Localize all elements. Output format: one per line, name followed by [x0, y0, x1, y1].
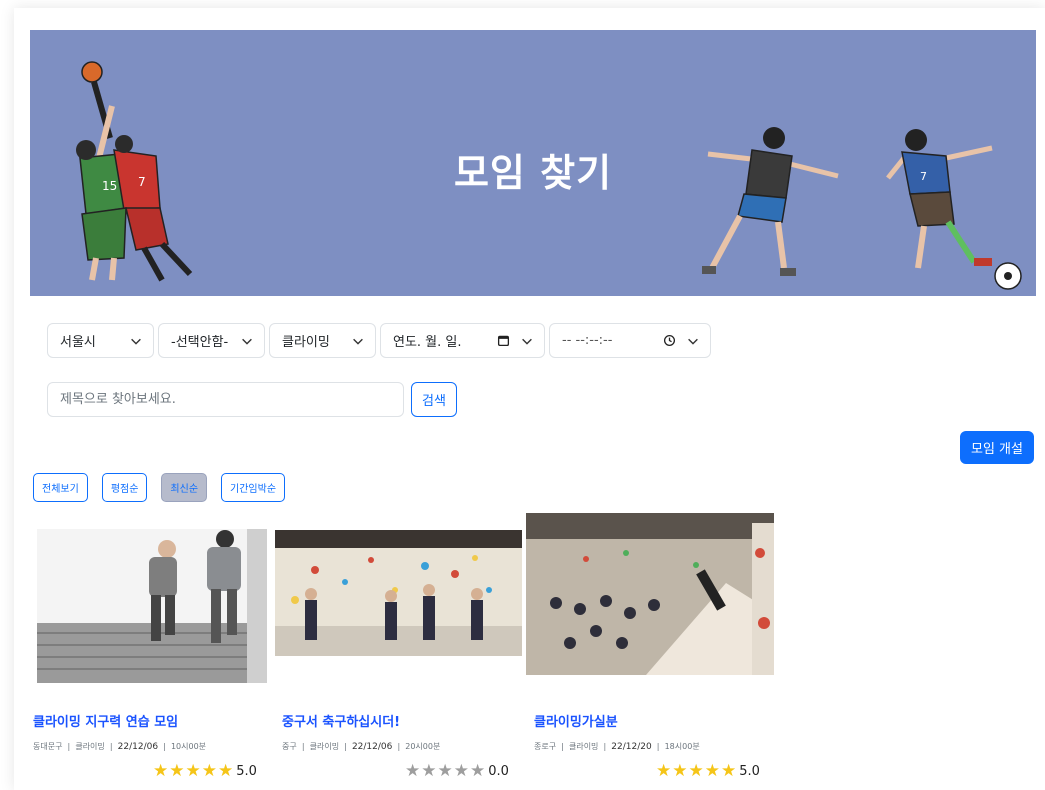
card-district: 종로구 — [534, 742, 557, 751]
star-icon: ★ — [169, 761, 185, 781]
card-district: 동대문구 — [33, 742, 63, 751]
chevron-down-icon — [522, 338, 532, 345]
district-select-value: -선택안함- — [171, 335, 229, 350]
date-input[interactable]: 연도. 월. 일. — [380, 323, 545, 358]
star-icon: ★ — [201, 761, 217, 781]
star-icon: ★ — [704, 761, 720, 781]
soccer-players-illustration: 7 — [702, 127, 1022, 290]
star-icon: ★ — [405, 761, 421, 781]
card-date: 22/12/20 — [611, 742, 652, 752]
star-icon: ★ — [421, 761, 437, 781]
card-category: 클라이밍 — [309, 742, 340, 751]
category-select-value: 클라이밍 — [282, 335, 330, 350]
card-meta: 중구 | 클라이밍 | 22/12/06 | 20시00분 — [282, 742, 441, 752]
clock-icon[interactable] — [663, 334, 676, 347]
city-select[interactable]: 서울시 — [47, 323, 154, 358]
hero-banner: 15 7 모임 찾기 7 — [30, 30, 1036, 296]
card-title[interactable]: 중구서 축구하십시더! — [282, 711, 400, 730]
card-rating: ★ ★ ★ ★ ★ 5.0 — [656, 763, 760, 780]
card-time: 18시00분 — [664, 742, 700, 751]
calendar-icon[interactable] — [497, 334, 510, 347]
chevron-down-icon — [242, 338, 252, 345]
card-score: 0.0 — [488, 764, 509, 779]
city-select-value: 서울시 — [60, 335, 96, 350]
search-button[interactable]: 검색 — [411, 382, 457, 417]
chevron-down-icon — [353, 338, 363, 345]
sort-all-button[interactable]: 전체보기 — [33, 473, 88, 502]
card-meta: 동대문구 | 클라이밍 | 22/12/06 | 10시00분 — [33, 742, 207, 752]
sort-latest-button[interactable]: 최신순 — [161, 473, 208, 502]
sort-bar: 전체보기 평점순 최신순 기간임박순 — [33, 473, 286, 502]
card-category: 클라이밍 — [75, 742, 105, 751]
date-input-placeholder: 연도. 월. 일. — [393, 335, 462, 350]
star-icon: ★ — [153, 761, 169, 781]
star-icon: ★ — [672, 761, 688, 781]
time-input-placeholder: -- --:--:-- — [562, 333, 613, 348]
card-title[interactable]: 클라이밍가실분 — [534, 711, 618, 730]
search-row: 검색 — [47, 382, 457, 417]
card-meta: 종로구 | 클라이밍 | 22/12/20 | 18시00분 — [534, 742, 700, 752]
card-time: 20시00분 — [405, 742, 441, 751]
star-icon: ★ — [437, 761, 453, 781]
star-icon: ★ — [721, 761, 737, 781]
create-meeting-button[interactable]: 모임 개설 — [960, 431, 1034, 464]
card-thumbnail-climbing-gym[interactable] — [275, 530, 522, 656]
sort-rating-button[interactable]: 평점순 — [101, 473, 148, 502]
card-title[interactable]: 클라이밍 지구력 연습 모임 — [33, 711, 178, 730]
card-district: 중구 — [282, 742, 297, 751]
card-category: 클라이밍 — [568, 742, 599, 751]
card-rating: ★ ★ ★ ★ ★ 0.0 — [405, 763, 509, 780]
star-icon: ★ — [218, 761, 234, 781]
search-input[interactable] — [47, 382, 404, 417]
star-icon: ★ — [453, 761, 469, 781]
star-icon: ★ — [470, 761, 486, 781]
star-icon: ★ — [656, 761, 672, 781]
sort-deadline-button[interactable]: 기간임박순 — [221, 473, 286, 502]
chevron-down-icon — [131, 338, 141, 345]
filter-bar: 서울시 -선택안함- 클라이밍 연도. 월. 일. -- --:--:-- — [47, 323, 711, 358]
card-thumbnail-runners[interactable] — [37, 529, 267, 683]
card-date: 22/12/06 — [351, 742, 393, 752]
page: 15 7 모임 찾기 7 서울시 -선택안함- 클라이밍 연도. 월. 일. -… — [14, 8, 1045, 790]
time-input[interactable]: -- --:--:-- — [549, 323, 711, 358]
card-score: 5.0 — [739, 764, 760, 779]
card-rating: ★ ★ ★ ★ ★ 5.0 — [153, 763, 257, 780]
card-thumbnail-climbing-crowd[interactable] — [526, 513, 774, 675]
svg-text:7: 7 — [920, 170, 927, 183]
category-select[interactable]: 클라이밍 — [269, 323, 376, 358]
card-time: 10시00분 — [170, 742, 207, 751]
district-select[interactable]: -선택안함- — [158, 323, 265, 358]
card-score: 5.0 — [236, 764, 257, 779]
star-icon: ★ — [688, 761, 704, 781]
card-date: 22/12/06 — [117, 742, 159, 752]
chevron-down-icon — [688, 338, 698, 345]
star-icon: ★ — [185, 761, 201, 781]
